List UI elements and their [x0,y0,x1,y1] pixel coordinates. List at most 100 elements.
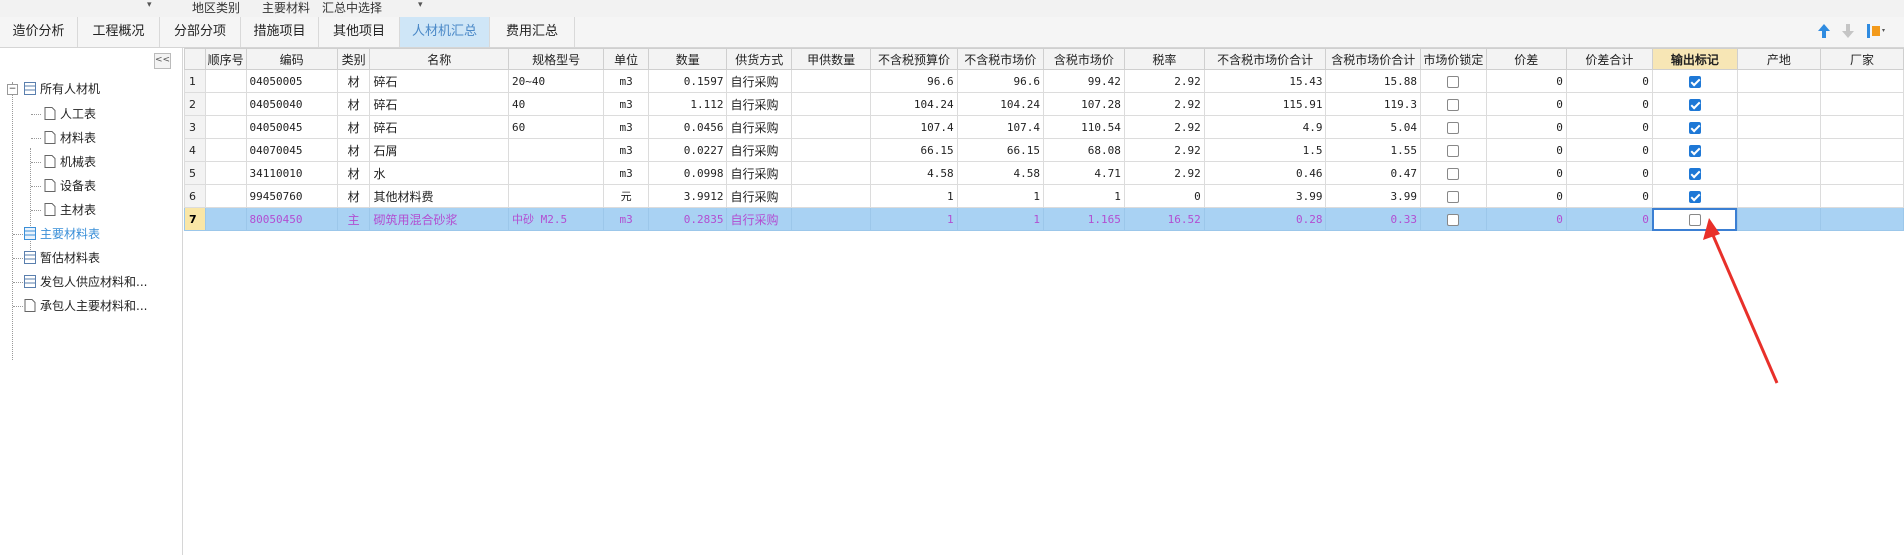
cell-bp[interactable]: 96.6 [870,69,958,93]
output-mark-cell[interactable] [1651,161,1738,185]
cell-bp[interactable]: 104.24 [870,92,958,116]
cell-mpt[interactable]: 3.99 [1203,184,1327,208]
column-header[interactable]: 顺序号 [204,48,247,70]
tab-cost-analysis[interactable]: 造价分析 [0,17,78,47]
cell-mpt[interactable]: 15.43 [1203,69,1327,93]
market-price-lock-cell[interactable] [1419,92,1487,116]
output-mark-checkbox[interactable] [1688,75,1701,88]
cell-seq[interactable] [204,92,247,116]
cell-name[interactable]: 石屑 [369,138,509,162]
output-mark-cell[interactable] [1651,92,1738,116]
cell-qty[interactable]: 1.112 [648,92,728,116]
cell-tax[interactable]: 2.92 [1123,115,1205,139]
cell-mp[interactable]: 1 [956,207,1044,231]
table-row[interactable]: 6 99450760 材其他材料费元 3.9912 自行采购 1 1 1 0 3.99 3.99 0 0 [184,184,1904,208]
cell-seq[interactable] [204,184,247,208]
table-row[interactable]: 3 04050045 材碎石 60 m3 0.0456 自行采购 107.4 107.4 110.… [184,115,1904,139]
cell-unit[interactable]: m3 [603,161,650,185]
cell-maker[interactable] [1819,207,1904,231]
column-header[interactable]: 甲供数量 [790,48,872,70]
cell-origin[interactable] [1736,69,1821,93]
cell-mpt[interactable]: 4.9 [1203,115,1327,139]
column-header[interactable]: 数量 [648,48,728,70]
output-mark-cell[interactable] [1651,69,1738,93]
cell-maker[interactable] [1819,115,1904,139]
output-mark-checkbox[interactable] [1688,190,1701,203]
cell-seq[interactable] [204,69,247,93]
column-header[interactable]: 单位 [603,48,650,70]
dropdown-caret-icon[interactable]: ▾ [418,0,423,10]
cell-tmpt[interactable]: 0.33 [1325,207,1421,231]
cell-qty[interactable]: 0.0998 [648,161,728,185]
column-header[interactable]: 类别 [336,48,371,70]
row-number[interactable]: 1 [184,69,206,93]
cell-jqty[interactable] [790,69,872,93]
output-mark-checkbox[interactable] [1688,121,1701,134]
cell-tax[interactable]: 2.92 [1123,138,1205,162]
cell-tmpt[interactable]: 1.55 [1325,138,1421,162]
cell-tax[interactable]: 2.92 [1123,92,1205,116]
tree-item-equipment-table[interactable]: 设备表 [44,176,96,196]
cell-supply[interactable]: 自行采购 [726,138,792,162]
cell-diff[interactable]: 0 [1485,92,1567,116]
row-number[interactable]: 2 [184,92,206,116]
cell-diff[interactable]: 0 [1485,69,1567,93]
cell-difft[interactable]: 0 [1565,184,1653,208]
cell-tmpt[interactable]: 5.04 [1325,115,1421,139]
cell-unit[interactable]: 元 [603,184,650,208]
column-header[interactable]: 产地 [1736,48,1821,70]
cell-unit[interactable]: m3 [603,115,650,139]
tab-measure-items[interactable]: 措施项目 [241,17,319,47]
output-mark-cell[interactable] [1651,138,1738,162]
market-price-lock-cell[interactable] [1419,138,1487,162]
cell-mp[interactable]: 1 [956,184,1044,208]
column-header[interactable]: 税率 [1123,48,1205,70]
cell-bp[interactable]: 66.15 [870,138,958,162]
cell-maker[interactable] [1819,138,1904,162]
tree-item-material-table[interactable]: 材料表 [44,128,96,148]
cell-qty[interactable]: 3.9912 [648,184,728,208]
cell-code[interactable]: 80050450 [245,207,338,231]
column-header[interactable]: 不含税预算价 [870,48,958,70]
cell-code[interactable]: 34110010 [245,161,338,185]
collapse-sidebar-icon[interactable]: << [154,53,171,69]
cell-jqty[interactable] [790,138,872,162]
market-price-lock-cell[interactable] [1419,69,1487,93]
cell-seq[interactable] [204,207,247,231]
cell-mp[interactable]: 104.24 [956,92,1044,116]
cell-origin[interactable] [1736,207,1821,231]
cell-cat[interactable]: 材 [336,92,371,116]
cell-origin[interactable] [1736,161,1821,185]
output-mark-checkbox[interactable] [1688,144,1701,157]
cell-spec[interactable] [507,161,605,185]
market-price-lock-checkbox[interactable] [1447,144,1460,157]
column-header[interactable]: 不含税市场价 [956,48,1044,70]
cell-unit[interactable]: m3 [603,69,650,93]
tree-item-key-material-table[interactable]: 主要材料表 [24,224,100,244]
cell-qty[interactable]: 0.0456 [648,115,728,139]
cell-difft[interactable]: 0 [1565,207,1653,231]
cell-diff[interactable]: 0 [1485,161,1567,185]
dropdown-caret-icon[interactable]: ▾ [147,0,152,10]
cell-diff[interactable]: 0 [1485,207,1567,231]
column-header[interactable]: 供货方式 [726,48,792,70]
tree-item-provisional-material-table[interactable]: 暂估材料表 [24,248,100,268]
tree-item-labor-table[interactable]: 人工表 [44,104,96,124]
tree-item-machine-table[interactable]: 机械表 [44,152,96,172]
column-header[interactable]: 价差合计 [1565,48,1653,70]
cell-name[interactable]: 碎石 [369,115,509,139]
cell-tax[interactable]: 2.92 [1123,69,1205,93]
tree-item-main-material-table[interactable]: 主材表 [44,200,96,220]
cell-tmp[interactable]: 1.165 [1042,207,1125,231]
cell-tmp[interactable]: 1 [1042,184,1125,208]
cell-jqty[interactable] [790,115,872,139]
cell-name[interactable]: 砌筑用混合砂浆 [369,207,509,231]
cell-diff[interactable]: 0 [1485,115,1567,139]
cell-jqty[interactable] [790,92,872,116]
cell-cat[interactable]: 材 [336,184,371,208]
cell-diff[interactable]: 0 [1485,138,1567,162]
cell-bp[interactable]: 1 [870,207,958,231]
row-number[interactable]: 4 [184,138,206,162]
cell-tmpt[interactable]: 15.88 [1325,69,1421,93]
cell-mp[interactable]: 66.15 [956,138,1044,162]
